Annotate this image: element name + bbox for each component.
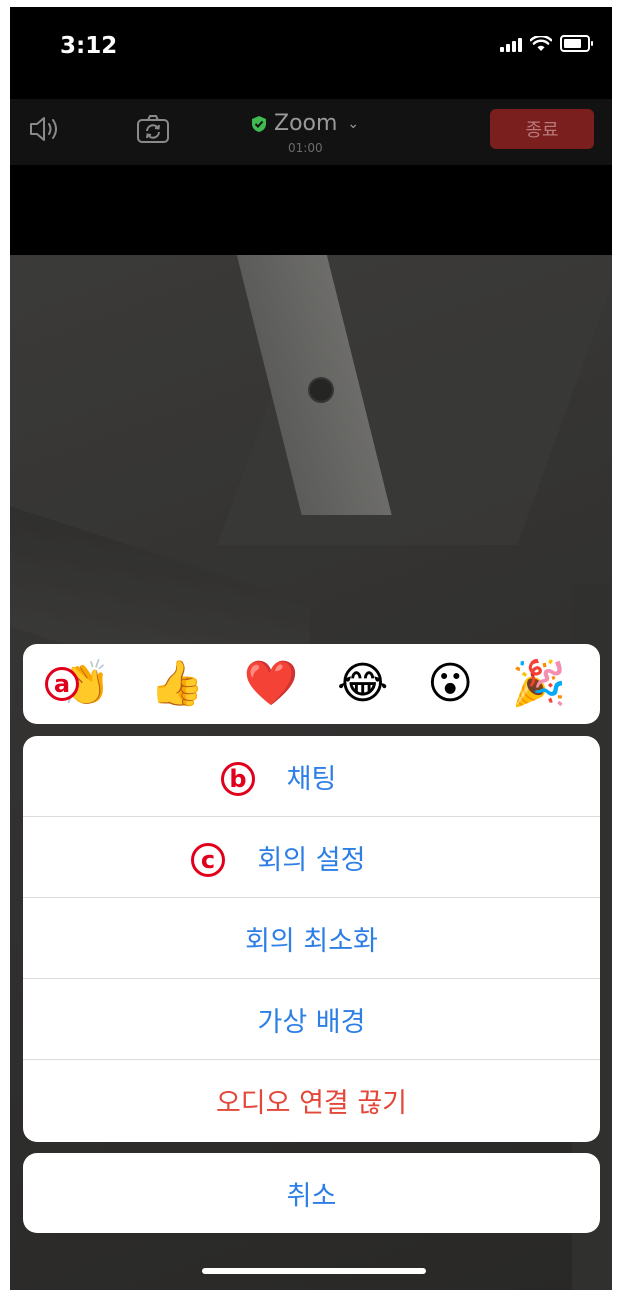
cancel-button[interactable]: 취소 bbox=[23, 1153, 600, 1233]
end-meeting-button[interactable]: 종료 bbox=[490, 109, 594, 149]
chat-label: 채팅 bbox=[286, 763, 337, 795]
chevron-down-icon: ⌄ bbox=[347, 115, 360, 132]
wifi-icon bbox=[530, 36, 552, 51]
camera-switch-icon[interactable] bbox=[136, 113, 170, 145]
party-popper-icon[interactable]: 🎉 bbox=[512, 662, 567, 706]
red-heart-icon[interactable]: ❤️ bbox=[243, 662, 298, 706]
status-bar: 3:12 bbox=[10, 7, 612, 87]
action-sheet: b 채팅 c 회의 설정 회의 최소화 가상 배경 오디오 연결 끊기 bbox=[23, 736, 600, 1142]
battery-icon bbox=[560, 35, 593, 52]
home-indicator[interactable] bbox=[202, 1268, 426, 1274]
reactions-bar: 👏 👍 ❤️ 😂 😮 🎉 a bbox=[23, 644, 600, 724]
disconnect-audio-label: 오디오 연결 끊기 bbox=[215, 1088, 408, 1119]
virtual-background-label: 가상 배경 bbox=[257, 1006, 366, 1038]
status-time: 3:12 bbox=[60, 33, 118, 59]
speaker-icon[interactable] bbox=[28, 115, 62, 143]
meeting-title-dropdown[interactable]: Zoom ⌄ bbox=[250, 111, 359, 136]
annotation-marker-b: b bbox=[221, 762, 255, 796]
encryption-shield-icon bbox=[252, 115, 266, 132]
status-icons bbox=[500, 35, 593, 52]
meeting-toolbar: Zoom ⌄ 01:00 종료 bbox=[10, 99, 612, 165]
disconnect-audio-button[interactable]: 오디오 연결 끊기 bbox=[23, 1060, 600, 1141]
meeting-settings-label: 회의 설정 bbox=[257, 844, 366, 876]
thumbs-up-icon[interactable]: 👍 bbox=[150, 662, 205, 706]
cellular-signal-icon bbox=[500, 36, 522, 52]
phone-screen: 3:12 Zoom ⌄ 01:00 종료 👏 👍 ❤️ 😂 😮 🎉 a b 채팅… bbox=[10, 7, 612, 1290]
tears-of-joy-icon[interactable]: 😂 bbox=[337, 662, 388, 706]
virtual-background-button[interactable]: 가상 배경 bbox=[23, 979, 600, 1060]
annotation-marker-a: a bbox=[45, 667, 79, 701]
meeting-timer: 01:00 bbox=[288, 141, 323, 155]
minimize-meeting-button[interactable]: 회의 최소화 bbox=[23, 898, 600, 979]
surprised-face-icon[interactable]: 😮 bbox=[427, 662, 473, 706]
meeting-settings-button[interactable]: c 회의 설정 bbox=[23, 817, 600, 898]
chat-button[interactable]: b 채팅 bbox=[23, 736, 600, 817]
annotation-marker-c: c bbox=[191, 843, 225, 877]
minimize-meeting-label: 회의 최소화 bbox=[245, 925, 378, 957]
meeting-title: Zoom bbox=[274, 111, 338, 136]
